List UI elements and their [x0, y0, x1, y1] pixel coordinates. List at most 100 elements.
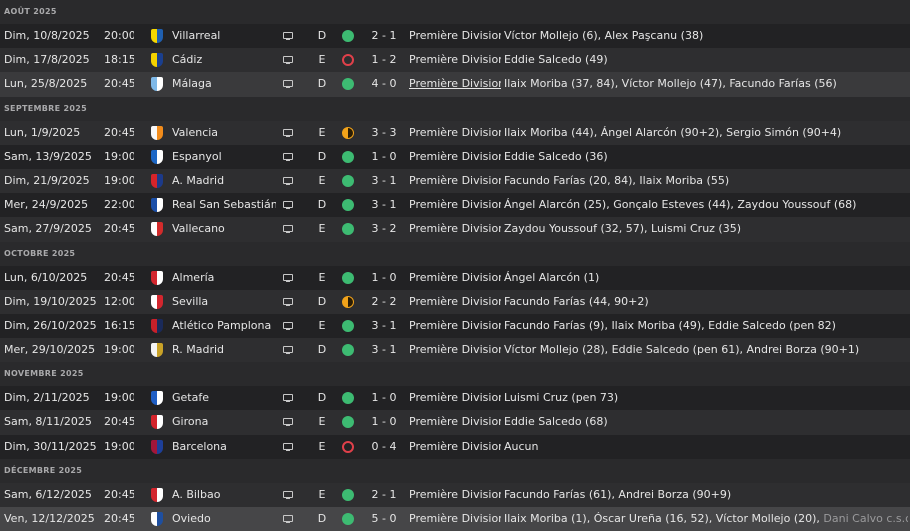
opponent-link[interactable]: R. Madrid	[172, 338, 276, 362]
match-time: 20:45	[104, 487, 134, 501]
competition-link[interactable]: Première Division	[409, 435, 501, 459]
competition-link[interactable]: Première Division	[409, 145, 501, 169]
competition-link[interactable]: Première Division	[409, 169, 501, 193]
match-row[interactable]: Dim, 19/10/2025 12:00 Sevilla D 2 - 2 Premièr…	[0, 289, 910, 314]
tv-icon-shape	[283, 418, 293, 427]
scorers-text: Ángel Alarcón (25), Gonçalo Esteves (44)…	[504, 198, 857, 212]
match-score[interactable]: 1 - 0	[368, 266, 400, 290]
competition-link[interactable]: Première Division	[409, 193, 501, 217]
competition-link[interactable]: Première Division	[409, 24, 501, 48]
match-score[interactable]: 1 - 0	[368, 386, 400, 410]
competition-link[interactable]: Première Division	[409, 217, 501, 241]
match-score[interactable]: 4 - 0	[368, 72, 400, 96]
match-row[interactable]: Mer, 24/9/2025 22:00 Real San Sebastián D 3 …	[0, 193, 910, 218]
opponent-link[interactable]: Sevilla	[172, 290, 276, 314]
opponent-link[interactable]: Málaga	[172, 72, 276, 96]
goal-scorers: Ilaix Moriba (37, 84), Víctor Mollejo (4…	[504, 72, 908, 96]
tv-icon-shape	[283, 394, 293, 403]
match-date: Mer, 24/9/2025	[4, 198, 89, 212]
match-score[interactable]: 1 - 2	[368, 48, 400, 72]
venue-label: E	[318, 415, 326, 429]
competition-link[interactable]: Première Division	[409, 386, 501, 410]
match-row[interactable]: Dim, 17/8/2025 18:15 Cádiz E 1 - 2 Première D…	[0, 48, 910, 73]
opponent-link[interactable]: Real San Sebastián	[172, 193, 276, 217]
opponent-link[interactable]: Villarreal	[172, 24, 276, 48]
match-time: 12:00	[104, 294, 134, 308]
competition-link[interactable]: Première Division	[409, 48, 501, 72]
match-score[interactable]: 3 - 1	[368, 338, 400, 362]
match-row[interactable]: Dim, 2/11/2025 19:00 Getafe D 1 - 0 Première …	[0, 386, 910, 411]
match-row[interactable]: Lun, 25/8/2025 20:45 Málaga D 4 - 0 Première …	[0, 72, 910, 97]
match-row[interactable]: Lun, 6/10/2025 20:45 Almería E 1 - 0 Première…	[0, 265, 910, 290]
match-row[interactable]: Sam, 27/9/2025 20:45 Vallecano E 3 - 2 Premiè…	[0, 217, 910, 242]
competition-link[interactable]: Première Division	[409, 290, 501, 314]
opponent-link[interactable]: Cádiz	[172, 48, 276, 72]
win-dot-icon	[342, 78, 354, 91]
win-dot-icon	[342, 513, 354, 525]
opponent-link[interactable]: Getafe	[172, 386, 276, 410]
scorers-text: Facundo Farías (61), Andrei Borza (90+9)	[504, 487, 732, 501]
opponent-link[interactable]: Girona	[172, 410, 276, 434]
match-time: 20:45	[104, 415, 134, 429]
match-score[interactable]: 3 - 1	[368, 169, 400, 193]
tv-icon-shape	[283, 176, 293, 185]
opponent-link[interactable]: Almería	[172, 266, 276, 290]
venue-label: D	[317, 198, 327, 212]
goal-scorers: Eddie Salcedo (68)	[504, 410, 908, 434]
match-date: Dim, 30/11/2025	[4, 439, 97, 453]
competition-link[interactable]: Première Division	[409, 314, 501, 338]
competition-link[interactable]: Première Division	[409, 72, 501, 96]
opponent-link[interactable]: A. Bilbao	[172, 483, 276, 507]
match-row[interactable]: Ven, 12/12/2025 20:45 Oviedo D 5 - 0 Première…	[0, 507, 910, 531]
month-header: SEPTEMBRE 2025	[0, 96, 910, 121]
result-indicator-icon	[340, 266, 356, 290]
competition-link[interactable]: Première Division	[409, 483, 501, 507]
tv-icon-shape	[283, 273, 293, 282]
match-time: 19:00	[104, 391, 134, 405]
match-score[interactable]: 2 - 1	[368, 483, 400, 507]
match-row[interactable]: Sam, 13/9/2025 19:00 Espanyol D 1 - 0 Premièr…	[0, 144, 910, 169]
match-date: Dim, 21/9/2025	[4, 173, 90, 187]
goal-scorers: Facundo Farías (61), Andrei Borza (90+9)	[504, 483, 908, 507]
competition-link[interactable]: Première Division	[409, 266, 501, 290]
match-score[interactable]: 1 - 0	[368, 410, 400, 434]
opponent-link[interactable]: Espanyol	[172, 145, 276, 169]
month-header: OCTOBRE 2025	[0, 241, 910, 266]
scorers-text: Eddie Salcedo (68)	[504, 415, 608, 429]
win-dot-icon	[342, 223, 354, 236]
match-row[interactable]: Dim, 30/11/2025 19:00 Barcelona E 0 - 4 Premi…	[0, 434, 910, 459]
opponent-link[interactable]: A. Madrid	[172, 169, 276, 193]
match-row[interactable]: Mer, 29/10/2025 19:00 R. Madrid D 3 - 1 Premi…	[0, 338, 910, 363]
month-header: NOVEMBRE 2025	[0, 362, 910, 387]
opponent-link[interactable]: Oviedo	[172, 507, 276, 531]
match-score[interactable]: 3 - 1	[368, 314, 400, 338]
opponent-link[interactable]: Vallecano	[172, 217, 276, 241]
match-time: 19:00	[104, 173, 134, 187]
match-row[interactable]: Dim, 26/10/2025 16:15 Atlético Pamplona E 3 …	[0, 313, 910, 339]
opponent-link[interactable]: Atlético Pamplona	[172, 314, 276, 338]
result-indicator-icon	[340, 507, 356, 531]
result-indicator-icon	[340, 217, 356, 241]
match-score[interactable]: 1 - 0	[368, 145, 400, 169]
match-row[interactable]: Sam, 6/12/2025 20:45 A. Bilbao E 2 - 1 Premiè…	[0, 482, 910, 507]
match-score[interactable]: 3 - 3	[368, 121, 400, 145]
tv-broadcast-icon	[282, 435, 294, 459]
opponent-link[interactable]: Barcelona	[172, 435, 276, 459]
match-row[interactable]: Dim, 10/8/2025 20:00 Villarreal D 2 - 1 Premi…	[0, 24, 910, 49]
match-score[interactable]: 3 - 2	[368, 217, 400, 241]
match-row[interactable]: Dim, 21/9/2025 19:00 A. Madrid E 3 - 1 Premiè…	[0, 168, 910, 194]
competition-link[interactable]: Première Division	[409, 410, 501, 434]
match-score[interactable]: 0 - 4	[368, 435, 400, 459]
match-row[interactable]: Lun, 1/9/2025 20:45 Valencia E 3 - 3 Première…	[0, 120, 910, 145]
competition-link[interactable]: Première Division	[409, 121, 501, 145]
match-score[interactable]: 3 - 1	[368, 193, 400, 217]
match-score[interactable]: 2 - 1	[368, 24, 400, 48]
opponent-link[interactable]: Valencia	[172, 121, 276, 145]
match-date: Sam, 27/9/2025	[4, 222, 92, 236]
competition-link[interactable]: Première Division	[409, 338, 501, 362]
match-row[interactable]: Sam, 8/11/2025 20:45 Girona E 1 - 0 Première …	[0, 410, 910, 435]
tv-icon-shape	[283, 32, 293, 40]
competition-link[interactable]: Première Division	[409, 507, 501, 531]
match-score[interactable]: 2 - 2	[368, 290, 400, 314]
match-score[interactable]: 5 - 0	[368, 507, 400, 531]
